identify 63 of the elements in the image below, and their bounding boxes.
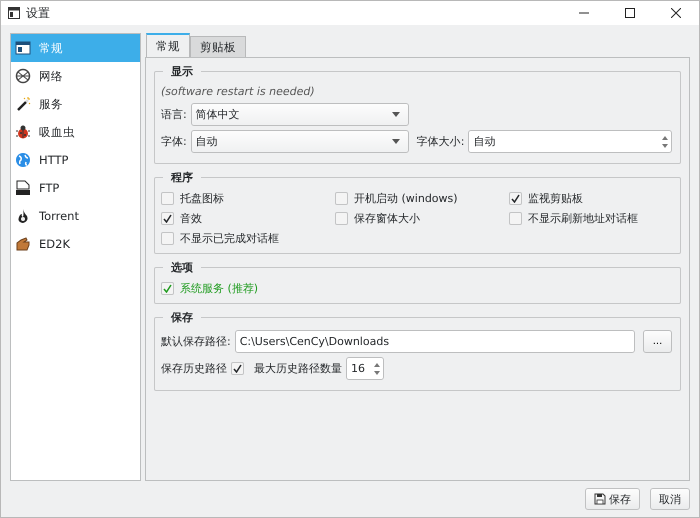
field-label: 字体大小: (416, 134, 464, 149)
field-label: 默认保存路径: (161, 334, 231, 349)
close-icon (671, 8, 681, 18)
checkbox[interactable] (231, 362, 244, 375)
ftp-folder-icon (15, 180, 31, 196)
font-dropdown[interactable]: 自动 (190, 130, 409, 153)
check-icon (163, 214, 172, 223)
caret-icon (392, 139, 400, 144)
wand-icon (15, 96, 31, 112)
check-icon (163, 284, 172, 293)
field-label: 最大历史路径数量 (254, 361, 342, 376)
tab[interactable]: 剪贴板 (190, 36, 246, 57)
checkbox-label: 托盘图标 (180, 191, 224, 206)
caret-icon (392, 112, 400, 117)
sidebar-item[interactable]: 吸血虫 (11, 118, 140, 146)
language-dropdown[interactable]: 简体中文 (190, 103, 409, 126)
group-title: 显示 (170, 64, 194, 79)
sidebar-item[interactable]: HTTP (11, 146, 140, 174)
window-icon (15, 40, 31, 56)
maximize-icon (625, 8, 635, 18)
path-field[interactable]: C:\Users\CenCy\Downloads (234, 330, 635, 353)
sidebar-item[interactable]: ED2K (11, 230, 140, 258)
spin-arrows-icon[interactable] (373, 360, 381, 376)
checkbox[interactable] (161, 192, 174, 205)
checkbox[interactable] (161, 212, 174, 225)
check-icon (511, 194, 520, 203)
sidebar-item[interactable]: Torrent (11, 202, 140, 230)
group-title: 保存 (170, 310, 194, 325)
font-size-field[interactable]: 自动 (468, 130, 672, 153)
checkbox[interactable] (161, 282, 174, 295)
checkbox-label: 音效 (180, 211, 202, 226)
window-icon (8, 7, 20, 19)
checkbox-label: 保存窗体大小 (354, 211, 420, 226)
cancel-button[interactable]: 取消 (650, 488, 690, 510)
history-count-field[interactable]: 16 (346, 357, 384, 380)
field-label: 字体: (161, 134, 187, 149)
checkbox-label: 不显示已完成对话框 (180, 231, 279, 246)
checkbox-label: 不显示刷新地址对话框 (528, 211, 638, 226)
window-title: 设置 (26, 4, 51, 22)
sidebar-item[interactable]: 服务 (11, 90, 140, 118)
group-title: 选项 (170, 260, 194, 275)
checkbox-label: 监视剪贴板 (528, 191, 583, 206)
sidebar-item[interactable]: FTP (11, 174, 140, 202)
group-title: 程序 (170, 170, 194, 185)
checkbox-label: 开机启动 (windows) (354, 191, 458, 206)
checkbox[interactable] (509, 212, 522, 225)
check-icon (233, 364, 242, 373)
bug-icon (15, 124, 31, 140)
restart-note: (software restart is needed) (161, 84, 316, 100)
browse-button[interactable]: ... (643, 330, 672, 353)
checkbox[interactable] (161, 232, 174, 245)
checkbox[interactable] (335, 212, 348, 225)
floppy-icon (594, 493, 606, 505)
field-label: 保存历史路径 (161, 361, 227, 376)
checkbox-label: 系统服务 (推荐) (180, 281, 258, 296)
spin-arrows-icon[interactable] (661, 134, 669, 150)
sidebar-item[interactable]: 网络 (11, 62, 140, 90)
field-label: 语言: (161, 107, 187, 122)
hand-icon (15, 236, 31, 252)
save-button[interactable]: 保存 (585, 488, 640, 510)
checkbox[interactable] (509, 192, 522, 205)
checkbox[interactable] (335, 192, 348, 205)
tab[interactable]: 常规 (146, 33, 190, 57)
